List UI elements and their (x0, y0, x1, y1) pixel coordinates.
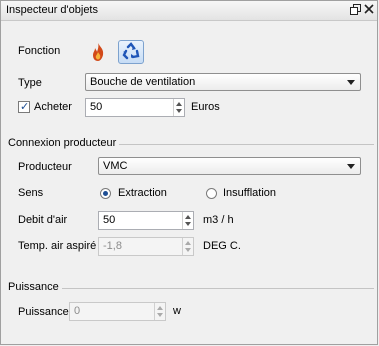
title-bar: Inspecteur d'objets (1, 1, 377, 21)
chevron-down-icon (347, 164, 355, 169)
window-title: Inspecteur d'objets (6, 4, 98, 16)
type-combo[interactable]: Bouche de ventilation (85, 73, 361, 91)
flame-button[interactable] (85, 40, 111, 64)
radio-insufflation-label: Insufflation (223, 187, 277, 199)
spin-up-icon[interactable] (176, 102, 182, 106)
spin-down-icon (157, 313, 163, 317)
type-label: Type (18, 77, 42, 89)
temp-spinbox: -1,8 (98, 237, 194, 256)
debit-unit: m3 / h (203, 214, 234, 226)
section-divider (62, 288, 374, 289)
type-value: Bouche de ventilation (90, 76, 196, 88)
recycle-icon (122, 42, 140, 60)
spin-up-icon[interactable] (185, 215, 191, 219)
close-icon[interactable] (363, 4, 375, 16)
acheter-label: Acheter (34, 101, 72, 113)
sens-label: Sens (18, 187, 44, 199)
checkmark-icon: ✓ (20, 101, 30, 113)
acheter-spinbox[interactable]: 50 (85, 98, 185, 117)
debit-spinbox[interactable]: 50 (98, 211, 194, 230)
spin-up-icon (185, 241, 191, 245)
acheter-checkbox[interactable]: ✓ (18, 101, 30, 113)
fonction-label: Fonction (18, 45, 61, 57)
spin-up-icon (157, 306, 163, 310)
producteur-label: Producteur (18, 161, 72, 173)
spin-buttons (182, 238, 193, 255)
puissance-section-title: Puissance (8, 281, 59, 293)
chevron-down-icon (347, 80, 355, 85)
producteur-combo[interactable]: VMC (98, 157, 361, 175)
acheter-value: 50 (90, 101, 103, 113)
acheter-unit: Euros (191, 101, 220, 113)
spin-buttons[interactable] (182, 212, 193, 229)
spin-buttons (154, 303, 165, 320)
temp-label: Temp. air aspiré (18, 240, 97, 252)
radio-insufflation[interactable] (206, 188, 217, 199)
puissance-unit: w (173, 305, 181, 317)
puissance-spinbox: 0 (69, 302, 166, 321)
spin-down-icon[interactable] (176, 109, 182, 113)
recycle-button[interactable] (118, 40, 144, 64)
radio-selected-dot (103, 191, 108, 196)
float-icon[interactable] (349, 4, 361, 16)
section-divider (119, 144, 374, 145)
producteur-value: VMC (103, 160, 128, 172)
spin-down-icon[interactable] (185, 222, 191, 226)
connexion-section-title: Connexion producteur (8, 137, 117, 149)
temp-value: -1,8 (103, 240, 122, 252)
debit-label: Debit d'air (18, 214, 68, 226)
spin-buttons[interactable] (173, 99, 184, 116)
puissance-value: 0 (74, 305, 81, 317)
temp-unit: DEG C. (203, 240, 241, 252)
spin-down-icon (185, 248, 191, 252)
radio-extraction-label: Extraction (118, 187, 167, 199)
debit-value: 50 (103, 214, 116, 226)
flame-icon (93, 43, 104, 61)
radio-extraction[interactable] (100, 188, 111, 199)
object-inspector-panel: Inspecteur d'objets Fonction Type Bouche… (0, 0, 378, 345)
puissance-label: Puissance (18, 306, 69, 318)
